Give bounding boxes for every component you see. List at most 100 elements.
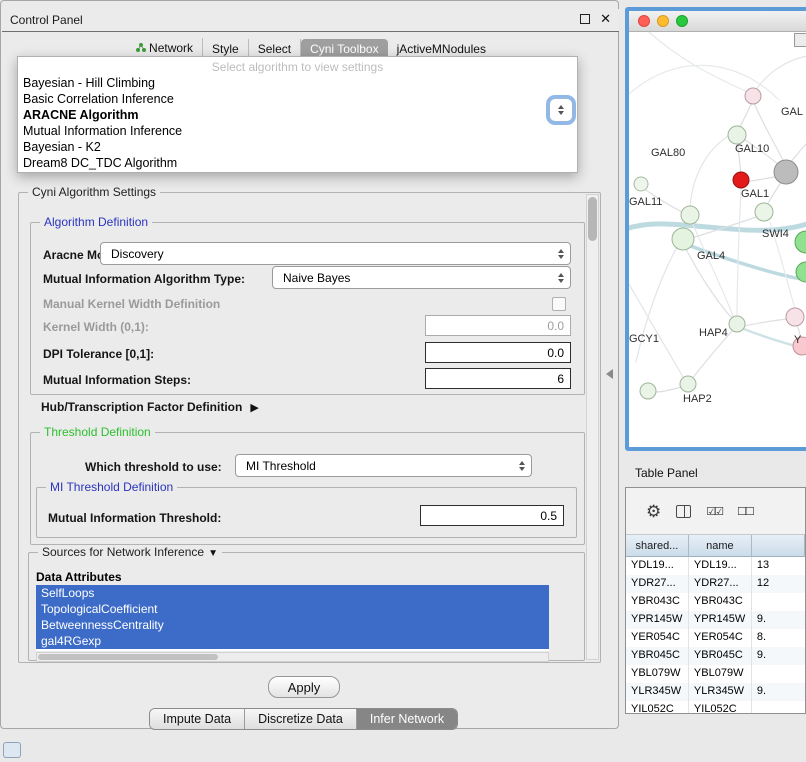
combo-arrows-icon xyxy=(519,455,525,476)
network-node xyxy=(755,203,773,221)
table-cell: 9. xyxy=(752,683,805,701)
close-window-icon[interactable] xyxy=(638,15,650,27)
attribute-list-item[interactable]: BetweennessCentrality xyxy=(36,617,549,633)
network-node xyxy=(640,383,656,399)
table-row[interactable]: YBR043CYBR043C xyxy=(626,593,805,611)
table-row[interactable]: YDR27...YDR27...12 xyxy=(626,575,805,593)
aracne-mode-combo[interactable]: Discovery xyxy=(100,242,571,265)
network-node-label: GCY1 xyxy=(629,333,659,345)
table-cell: YPR145W xyxy=(626,611,689,629)
mi-steps-label: Mutual Information Steps: xyxy=(43,373,191,387)
network-node-label: HAP4 xyxy=(699,327,728,339)
kernel-width-field[interactable]: 0.0 xyxy=(425,315,571,336)
dropdown-option[interactable]: Mutual Information Inference xyxy=(18,123,577,139)
table-row[interactable]: YBR045CYBR045C9. xyxy=(626,647,805,665)
float-panel-icon[interactable] xyxy=(580,14,590,24)
sources-group-title[interactable]: Sources for Network Inference▼ xyxy=(38,545,222,559)
network-edge xyxy=(744,319,788,326)
deselect-all-columns-icon[interactable]: ☐☐ xyxy=(737,505,753,518)
attribute-list-item[interactable]: TopologicalCoefficient xyxy=(36,601,549,617)
scrollbar-thumb[interactable] xyxy=(38,654,218,660)
algorithm-definition-title: Algorithm Definition xyxy=(40,215,152,229)
table-cell: YDL19... xyxy=(626,557,689,575)
table-toolbar: ⚙ ☑☑ ☐☐ xyxy=(626,488,805,535)
data-attributes-list[interactable]: SelfLoopsTopologicalCoefficientBetweenne… xyxy=(36,585,549,651)
table-cell: 9. xyxy=(752,611,805,629)
table-row[interactable]: YIL052CYIL052C xyxy=(626,701,805,714)
network-node xyxy=(681,206,699,224)
network-node xyxy=(745,88,761,104)
table-row[interactable]: YBL079WYBL079W xyxy=(626,665,805,683)
birdseye-toggle-button[interactable] xyxy=(794,33,806,47)
dropdown-option[interactable]: Basic Correlation Inference xyxy=(18,91,577,107)
table-cell: YBR043C xyxy=(626,593,689,611)
network-edge xyxy=(649,32,747,92)
network-node xyxy=(728,126,746,144)
mi-steps-field[interactable]: 6 xyxy=(425,368,571,389)
settings-vertical-scrollbar[interactable] xyxy=(586,194,599,660)
dropdown-option[interactable]: Dream8 DC_TDC Algorithm xyxy=(18,155,577,171)
algorithm-combo-focus-button[interactable] xyxy=(549,98,573,122)
network-node-label: HAP2 xyxy=(683,393,712,405)
apply-button[interactable]: Apply xyxy=(268,676,340,698)
gear-icon[interactable]: ⚙ xyxy=(646,503,661,520)
attribute-list-item[interactable]: gal4RGexp xyxy=(36,633,549,649)
network-node xyxy=(733,172,749,188)
table-row[interactable]: YPR145WYPR145W9. xyxy=(626,611,805,629)
combo-arrows-icon xyxy=(558,267,564,288)
network-canvas: GALGAL80GAL10GAL11GAL1SWI4GAL4GCY1HAP4HA… xyxy=(629,32,806,447)
network-canvas-area[interactable]: GALGAL80GAL10GAL11GAL1SWI4GAL4GCY1HAP4HA… xyxy=(629,32,806,447)
minimize-window-icon[interactable] xyxy=(657,15,669,27)
mi-type-combo[interactable]: Naive Bayes xyxy=(272,266,571,289)
tab-impute-data[interactable]: Impute Data xyxy=(150,709,244,729)
dpi-tolerance-label: DPI Tolerance [0,1]: xyxy=(43,347,154,361)
table-cell: YDR27... xyxy=(689,575,752,593)
scrollbar-thumb[interactable] xyxy=(588,197,597,241)
network-node-label: Y xyxy=(794,334,802,346)
manual-kernel-checkbox[interactable] xyxy=(552,297,566,311)
combo-arrows-icon xyxy=(558,111,564,115)
network-node xyxy=(634,177,648,191)
dropdown-option[interactable]: ARACNE Algorithm xyxy=(18,107,577,123)
table-row[interactable]: YLR345WYLR345W9. xyxy=(626,683,805,701)
cyni-settings-group-title: Cyni Algorithm Settings xyxy=(28,185,160,199)
columns-icon[interactable] xyxy=(676,505,691,518)
zoom-window-icon[interactable] xyxy=(676,15,688,27)
panel-divider-collapse-icon[interactable] xyxy=(606,369,613,379)
table-panel-title: Table Panel xyxy=(635,466,698,480)
dropdown-placeholder: Select algorithm to view settings xyxy=(18,59,577,75)
table-cell: YER054C xyxy=(626,629,689,647)
aracne-mode-value: Discovery xyxy=(111,247,164,261)
dropdown-option[interactable]: Bayesian - K2 xyxy=(18,139,577,155)
column-header-clipped[interactable] xyxy=(752,535,805,557)
mi-type-value: Naive Bayes xyxy=(283,271,350,285)
tab-infer-network[interactable]: Infer Network xyxy=(356,709,457,729)
table-cell: YLR345W xyxy=(626,683,689,701)
select-all-columns-icon[interactable]: ☑☑ xyxy=(706,505,722,518)
close-panel-icon[interactable]: ✕ xyxy=(600,13,611,25)
table-row[interactable]: YER054CYER054C8. xyxy=(626,629,805,647)
minimized-panel-icon[interactable] xyxy=(3,742,21,758)
combo-arrows-icon xyxy=(558,105,564,109)
column-header-name[interactable]: name xyxy=(689,535,752,557)
expand-right-icon: ▶ xyxy=(250,402,258,414)
dpi-tolerance-field[interactable]: 0.0 xyxy=(425,342,571,363)
network-node xyxy=(786,308,804,326)
network-node xyxy=(680,376,696,392)
dropdown-option[interactable]: Bayesian - Hill Climbing xyxy=(18,75,577,91)
attribute-list-item[interactable]: SelfLoops xyxy=(36,585,549,601)
hub-definition-expander[interactable]: Hub/Transcription Factor Definition▶ xyxy=(41,400,259,414)
attributes-horizontal-scrollbar[interactable] xyxy=(36,652,549,662)
table-cell xyxy=(752,593,805,611)
which-threshold-combo[interactable]: MI Threshold xyxy=(235,454,532,477)
column-header-shared-name[interactable]: shared... xyxy=(626,535,689,557)
mi-threshold-field[interactable]: 0.5 xyxy=(420,505,564,526)
network-edge xyxy=(655,387,681,392)
table-cell: YIL052C xyxy=(626,701,689,714)
tab-discretize-data[interactable]: Discretize Data xyxy=(244,709,356,729)
table-cell xyxy=(752,665,805,683)
network-node xyxy=(672,228,694,250)
table-row[interactable]: YDL19...YDL19...13 xyxy=(626,557,805,575)
which-threshold-label: Which threshold to use: xyxy=(85,460,222,474)
table-cell: 8. xyxy=(752,629,805,647)
